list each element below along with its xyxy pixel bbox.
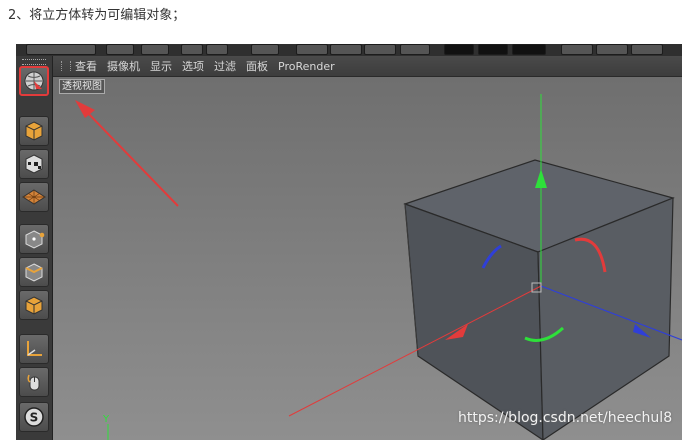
menu-prorender[interactable]: ProRender xyxy=(278,60,335,73)
texture-mode-button[interactable] xyxy=(19,149,49,179)
render-settings-button[interactable] xyxy=(512,44,546,55)
viewport-scene xyxy=(75,94,682,440)
left-tool-palette: S xyxy=(16,56,53,440)
toolbar-button[interactable] xyxy=(296,44,328,55)
model-mode-button[interactable] xyxy=(19,116,49,146)
toolbar-button[interactable] xyxy=(251,44,279,55)
toolbar-button[interactable] xyxy=(26,44,96,55)
axis-mode-button[interactable] xyxy=(19,334,49,364)
menu-grip[interactable] xyxy=(61,61,71,71)
svg-text:S: S xyxy=(30,411,39,425)
annotation-arrow-line xyxy=(82,107,179,207)
viewport-menubar: 查看 摄像机 显示 选项 过滤 面板 ProRender xyxy=(53,56,682,77)
toolbar-button[interactable] xyxy=(596,44,628,55)
toolbar-button[interactable] xyxy=(181,44,203,55)
workplane-button[interactable] xyxy=(19,182,49,212)
toolbar-button[interactable] xyxy=(106,44,134,55)
toolbar-button[interactable] xyxy=(364,44,396,55)
perspective-viewport[interactable]: 查看 摄像机 显示 选项 过滤 面板 ProRender 透视视图 Y xyxy=(53,56,682,440)
snap-icon: S xyxy=(24,407,44,427)
points-mode-button[interactable] xyxy=(19,224,49,254)
menu-panel[interactable]: 面板 xyxy=(246,58,268,74)
menu-display[interactable]: 显示 xyxy=(150,58,172,74)
points-mode-icon xyxy=(25,230,45,249)
toolbar-button[interactable] xyxy=(400,44,430,55)
watermark: https://blog.csdn.net/heechul8 xyxy=(458,410,673,426)
viewport-title: 透视视图 xyxy=(59,79,105,94)
instruction-caption: 2、将立方体转为可编辑对象； xyxy=(8,8,186,23)
menu-camera[interactable]: 摄像机 xyxy=(107,58,140,74)
menu-filter[interactable]: 过滤 xyxy=(214,58,236,74)
menu-view[interactable]: 查看 xyxy=(75,58,97,74)
tweak-mode-button[interactable] xyxy=(19,367,49,397)
edges-mode-icon xyxy=(25,263,43,282)
make-editable-icon xyxy=(24,71,44,91)
cube-model-icon xyxy=(25,121,43,141)
edges-mode-button[interactable] xyxy=(19,257,49,287)
render-view-button[interactable] xyxy=(444,44,474,55)
toolbar-button[interactable] xyxy=(141,44,169,55)
snap-button[interactable]: S xyxy=(19,402,49,432)
toolbar-button[interactable] xyxy=(330,44,362,55)
cinema4d-window: S 查看 摄像机 显示 选项 过滤 面板 ProRender 透视视图 Y xyxy=(16,44,682,440)
polygons-mode-icon xyxy=(25,296,43,315)
palette-grip[interactable] xyxy=(22,59,46,65)
toolbar-button[interactable] xyxy=(206,44,228,55)
mouse-tweak-icon xyxy=(27,374,40,391)
polygons-mode-button[interactable] xyxy=(19,290,49,320)
toolbar-button[interactable] xyxy=(561,44,593,55)
make-editable-button[interactable] xyxy=(19,66,49,96)
annotation-arrow-head xyxy=(75,100,95,118)
world-axis-y-label: Y xyxy=(103,414,110,425)
texture-mode-icon xyxy=(25,154,43,174)
workplane-icon xyxy=(22,189,46,205)
menu-options[interactable]: 选项 xyxy=(182,58,204,74)
toolbar-button[interactable] xyxy=(631,44,663,55)
render-button[interactable] xyxy=(478,44,508,55)
axis-mode-icon xyxy=(27,341,42,356)
